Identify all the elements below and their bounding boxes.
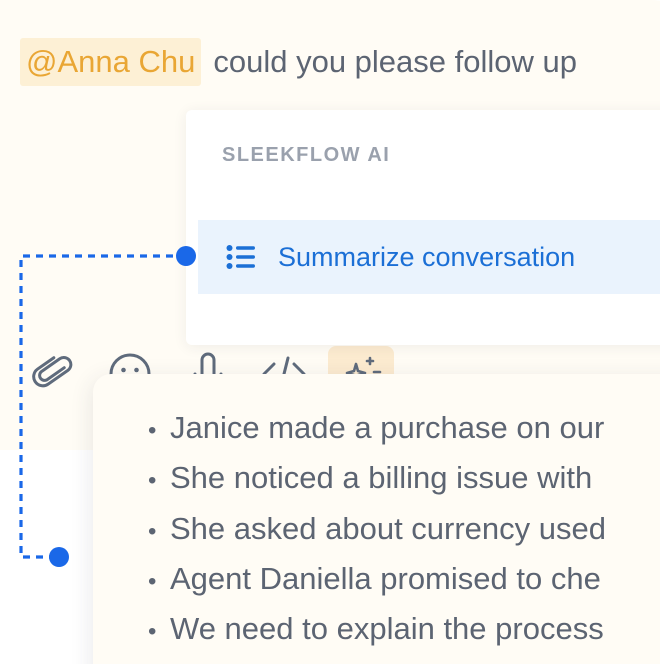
paperclip-icon[interactable]: [32, 352, 76, 396]
ai-dropdown-menu: SLEEKFLOW AI Summarize conversation: [186, 110, 660, 345]
summary-list: • Janice made a purchase on our • She noti…: [148, 404, 606, 655]
summary-item: • Agent Daniella promised to che: [148, 560, 601, 596]
summarize-conversation-label: Summarize conversation: [278, 241, 576, 272]
message-text[interactable]: could you please follow up: [213, 44, 577, 79]
summary-item: • She asked about currency used: [148, 510, 606, 546]
list-icon: [226, 245, 255, 269]
summary-item: • She noticed a billing issue with: [148, 460, 593, 496]
mention-tag[interactable]: @Anna Chu: [20, 38, 202, 86]
message-line: @Anna Chu could you please follow up: [20, 38, 577, 86]
connector-dot-bottom: [49, 547, 69, 567]
summary-item: • Janice made a purchase on our: [148, 410, 605, 445]
summarize-conversation-option[interactable]: Summarize conversation: [198, 220, 660, 294]
stage: @Anna Chu could you please follow up SLE…: [0, 0, 660, 664]
summary-card: • Janice made a purchase on our • She noti…: [93, 374, 660, 664]
summary-item: • We need to explain the process: [148, 611, 604, 647]
ai-menu-header: SLEEKFLOW AI: [222, 144, 391, 166]
